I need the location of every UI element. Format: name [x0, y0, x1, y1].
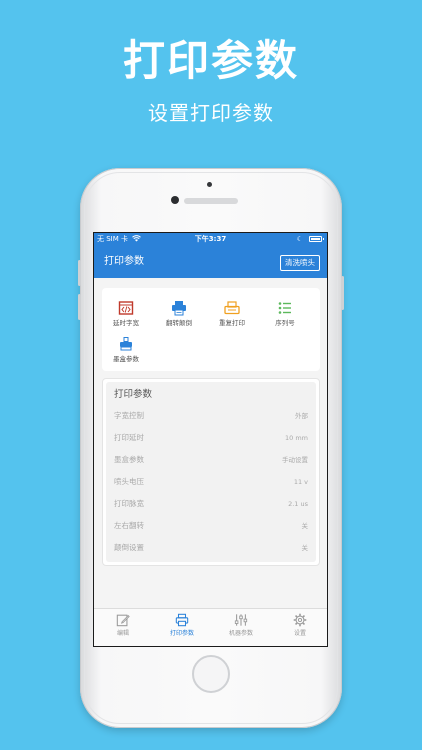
tab-label: 设置	[293, 630, 306, 637]
param-value: 11 v	[293, 478, 308, 486]
param-name: 颠倒设置	[114, 543, 144, 552]
phone-frame: 无 SIM 卡 下午3:37 ☾ 打印参数 清洗喷头 延时字宽 翻转颠倒 重复打…	[78, 168, 344, 728]
param-value: 10 mm	[284, 434, 308, 442]
param-name: 打印延时	[114, 433, 144, 442]
battery-icon	[309, 236, 324, 242]
edit-icon	[116, 614, 130, 627]
param-name: 喷头电压	[114, 477, 144, 486]
volume-button	[78, 294, 81, 320]
function-flip[interactable]: 翻转颠倒	[159, 300, 199, 328]
param-name: 墨盒参数	[114, 455, 144, 464]
tab-label: 机器参数	[228, 630, 253, 637]
tab-edit[interactable]: 编辑	[94, 613, 152, 638]
param-row[interactable]: 左右翻转 关	[114, 518, 308, 534]
param-row[interactable]: 喷头电压 11 v	[114, 474, 308, 490]
param-name: 左右翻转	[114, 521, 144, 530]
param-row[interactable]: 墨盒参数 手动设置	[114, 452, 308, 468]
nav-bar: 无 SIM 卡 下午3:37 ☾ 打印参数 清洗喷头	[94, 233, 327, 278]
power-button	[341, 276, 344, 310]
promo-subtitle: 设置打印参数	[148, 101, 274, 125]
param-value: 关	[301, 522, 309, 530]
param-row[interactable]: 字宽控制 外部	[114, 408, 308, 424]
earpiece-speaker	[184, 198, 238, 204]
function-label: 延时字宽	[113, 319, 139, 327]
tab-print-params[interactable]: 打印参数	[153, 613, 211, 638]
status-time: 下午3:37	[194, 235, 227, 243]
status-bar: 无 SIM 卡 下午3:37 ☾	[94, 233, 327, 245]
sliders-icon	[234, 614, 248, 626]
params-list: 打印参数 字宽控制 外部 打印延时 10 mm 墨盒参数 手动设置 喷头电压 1…	[106, 382, 316, 562]
tab-bar: 编辑 打印参数 机器参数 设置	[94, 608, 327, 646]
tab-label: 打印参数	[169, 630, 194, 637]
function-delay-width[interactable]: 延时字宽	[106, 300, 146, 328]
param-value: 手动设置	[282, 456, 308, 464]
param-row[interactable]: 打印脉宽 2.1 us	[114, 496, 308, 512]
function-label: 翻转颠倒	[166, 319, 192, 327]
param-row[interactable]: 颠倒设置 关	[114, 540, 308, 556]
tab-machine-params[interactable]: 机器参数	[212, 613, 270, 638]
param-value: 关	[301, 544, 309, 552]
volume-button	[78, 260, 81, 286]
home-button[interactable]	[192, 655, 230, 693]
printer-flip-icon	[172, 301, 186, 316]
function-label: 墨盒参数	[113, 355, 139, 363]
param-value: 2.1 us	[288, 500, 308, 508]
param-value: 外部	[295, 412, 308, 420]
page-title: 打印参数	[104, 256, 144, 267]
clean-nozzle-button[interactable]: 清洗喷头	[280, 255, 320, 271]
param-name: 字宽控制	[114, 411, 144, 420]
function-serial-number[interactable]: 序列号	[265, 300, 305, 328]
promo-title: 打印参数	[122, 36, 299, 85]
proximity-sensor	[207, 182, 212, 187]
cartridge-icon	[120, 337, 132, 351]
param-row[interactable]: 打印延时 10 mm	[114, 430, 308, 446]
params-title: 打印参数	[114, 389, 153, 400]
list-icon	[278, 302, 291, 314]
function-repeat-print[interactable]: 重复打印	[212, 300, 252, 328]
code-box-icon	[118, 301, 134, 315]
moon-icon: ☾	[296, 235, 303, 243]
params-panel: 打印参数 字宽控制 外部 打印延时 10 mm 墨盒参数 手动设置 喷头电压 1…	[102, 378, 320, 566]
function-cartridge[interactable]: 墨盒参数	[106, 336, 146, 364]
function-grid: 延时字宽 翻转颠倒 重复打印 序列号 墨盒参数	[102, 288, 320, 371]
function-label: 重复打印	[219, 319, 245, 327]
repeat-print-icon	[224, 301, 240, 315]
printer-icon	[175, 613, 189, 627]
tab-settings[interactable]: 设置	[271, 613, 327, 638]
front-camera	[171, 196, 179, 204]
function-label: 序列号	[275, 319, 295, 327]
app-screen: 无 SIM 卡 下午3:37 ☾ 打印参数 清洗喷头 延时字宽 翻转颠倒 重复打…	[93, 232, 328, 647]
gear-icon	[293, 613, 307, 627]
tab-label: 编辑	[116, 630, 129, 637]
param-name: 打印脉宽	[114, 499, 144, 508]
